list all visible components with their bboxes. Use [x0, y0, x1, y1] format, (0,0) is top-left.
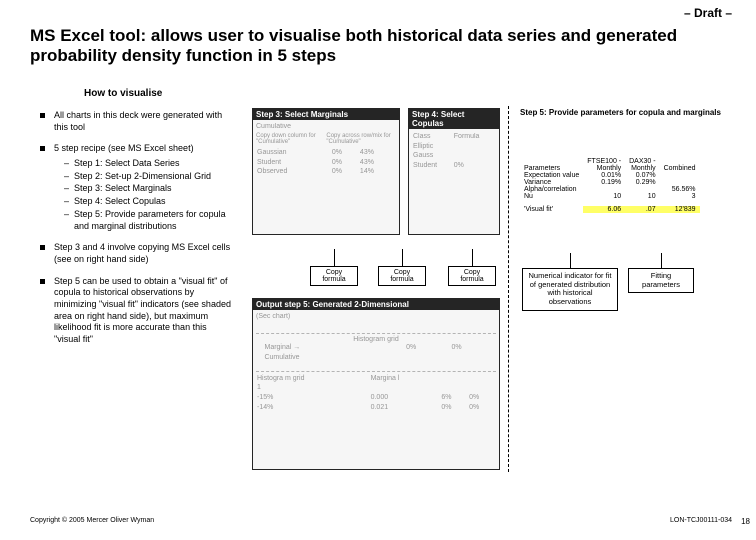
section-subheading: How to visualise: [84, 88, 162, 99]
copulas-table: ClassFormula Elliptic Gauss Student0%: [412, 132, 496, 171]
sub-bullet: Step 3: Select Marginals: [64, 183, 235, 195]
hint-text: Copy down column for "Cumulative": [256, 133, 322, 146]
copy-formula-callout: Copy formula: [310, 266, 358, 286]
output-table-top: Marginal →0%0% Cumulative: [256, 343, 496, 362]
copyright: Copyright © 2005 Mercer Oliver Wyman: [30, 517, 154, 524]
vertical-divider: [508, 106, 509, 472]
page-title: MS Excel tool: allows user to visualise …: [30, 26, 726, 67]
bullet-item: Step 3 and 4 involve copying MS Excel ce…: [40, 242, 235, 265]
pane-header: Step 3: Select Marginals: [253, 109, 399, 120]
pane-header: Step 4: Select Copulas: [409, 109, 499, 129]
parameters-table: FTSE100 - DAX30 - Parameters Monthly Mon…: [520, 158, 700, 213]
pane-output-step5: Output step 5: Generated 2-Dimensional (…: [252, 298, 500, 470]
hint-text: Copy across row/mix for "Cumulative": [326, 133, 396, 146]
pane-header: Output step 5: Generated 2-Dimensional: [253, 299, 499, 310]
bullet-item: 5 step recipe (see MS Excel sheet) Step …: [40, 143, 235, 232]
table-row-visual-fit: 'Visual fit' 6.06 .07 12'839: [520, 206, 700, 213]
hint-text: (Sec chart): [256, 313, 496, 321]
hint-text: Cumulative: [256, 123, 291, 131]
table-row: Nu 10 10 3: [520, 193, 700, 200]
page-number: 18: [741, 517, 750, 526]
table-row: Alpha/correlation 56.56%: [520, 186, 700, 193]
sub-bullet: Step 4: Select Copulas: [64, 196, 235, 208]
bullet-item: Step 5 can be used to obtain a "visual f…: [40, 276, 235, 346]
bullet-item: All charts in this deck were generated w…: [40, 110, 235, 133]
draft-label: – Draft –: [684, 6, 732, 20]
bullet-list: All charts in this deck were generated w…: [40, 110, 235, 356]
screenshot-panes: Step 3: Select Marginals Cumulative Copy…: [250, 108, 500, 478]
doc-ref: LON-TCJ00111-034: [670, 517, 732, 524]
pane-step4: Step 4: Select Copulas ClassFormula Elli…: [408, 108, 500, 235]
table-row: Expectation value 0.01% 0.07%: [520, 172, 700, 179]
sub-bullet: Step 5: Provide parameters for copula an…: [64, 209, 235, 232]
marginals-table: Gaussian0%43% Student0%43% Observed0%14%: [256, 148, 396, 177]
label: Histogram grid: [256, 336, 496, 344]
callout-fitting-parameters: Fitting parameters: [628, 268, 694, 293]
bullet-text: 5 step recipe (see MS Excel sheet): [54, 143, 194, 153]
sub-bullet: Step 1: Select Data Series: [64, 158, 235, 170]
copy-formula-callout: Copy formula: [448, 266, 496, 286]
callout-numerical-indicator: Numerical indicator for fit of generated…: [522, 268, 618, 311]
output-table-bottom: Histogra m gridMargina l 1 -15%0.0006%0%…: [256, 374, 496, 413]
copy-formula-callout: Copy formula: [378, 266, 426, 286]
pane-step3: Step 3: Select Marginals Cumulative Copy…: [252, 108, 400, 235]
sub-bullet: Step 2: Set-up 2-Dimensional Grid: [64, 171, 235, 183]
table-row: Variance 0.19% 0.29%: [520, 179, 700, 186]
right-panel: Step 5: Provide parameters for copula an…: [520, 108, 740, 213]
right-title: Step 5: Provide parameters for copula an…: [520, 108, 740, 118]
